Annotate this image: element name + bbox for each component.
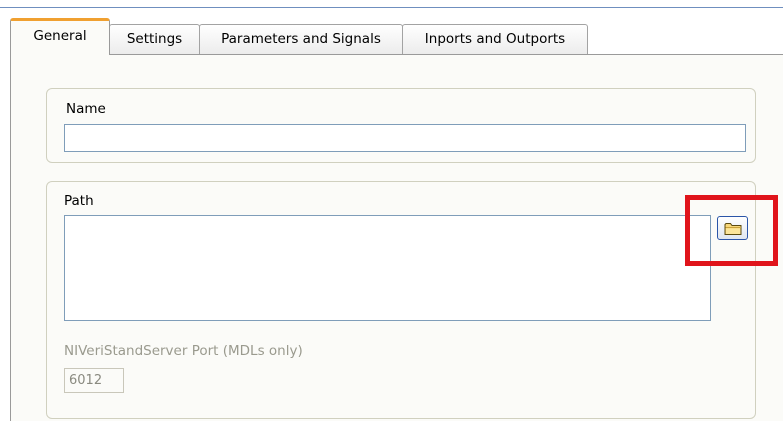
tab-parameters-and-signals[interactable]: Parameters and Signals bbox=[199, 24, 403, 54]
name-label: Name bbox=[66, 101, 106, 117]
name-group: Name bbox=[46, 88, 756, 163]
folder-icon bbox=[724, 223, 742, 235]
path-label: Path bbox=[64, 193, 94, 209]
tab-content-panel: Name Path NIVeriStandServer Port (MDLs o… bbox=[10, 54, 783, 421]
port-input bbox=[64, 368, 124, 393]
tab-general[interactable]: General bbox=[10, 18, 110, 55]
browse-path-button[interactable] bbox=[717, 216, 748, 240]
tab-settings[interactable]: Settings bbox=[109, 24, 200, 54]
port-label: NIVeriStandServer Port (MDLs only) bbox=[64, 343, 303, 359]
tab-inports-and-outports[interactable]: Inports and Outports bbox=[402, 24, 588, 54]
path-input[interactable] bbox=[64, 215, 711, 321]
name-input[interactable] bbox=[64, 124, 746, 152]
path-group: Path NIVeriStandServer Port (MDLs only) bbox=[46, 181, 756, 419]
top-border bbox=[0, 7, 783, 8]
dialog-root: Parameters and Signals Inports and Outpo… bbox=[0, 0, 783, 421]
